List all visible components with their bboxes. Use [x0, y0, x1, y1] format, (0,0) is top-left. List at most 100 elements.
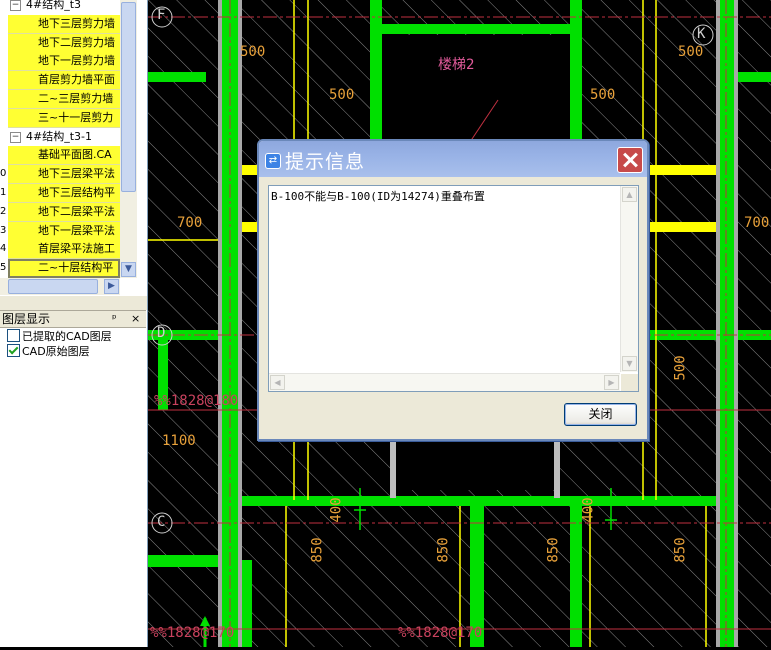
axis-label-d: D [157, 325, 166, 341]
layer-extracted-cad[interactable]: 已提取的CAD图层 [7, 329, 112, 343]
close-icon[interactable]: × [131, 311, 140, 327]
axis-label-f: F [157, 7, 166, 23]
dim-500: 500 [329, 87, 355, 103]
layer-original-cad[interactable]: CAD原始图层 [7, 344, 90, 358]
dim-500: 500 [240, 44, 266, 60]
drawing-tree[interactable]: −4#结构_t3 地下三层剪力墙 地下二层剪力墙 地下一层剪力墙 首层剪力墙平面 二~三层… [0, 0, 120, 278]
tree-item[interactable]: 3 地下一层梁平法 [0, 221, 120, 241]
dim-500: 500 [678, 44, 704, 60]
dialog-title-bar[interactable]: ⇄ 提示信息 [259, 141, 647, 177]
tree-item-label: 地下二层梁平法 [8, 202, 120, 222]
tree-vertical-scrollbar[interactable]: ▼ [120, 0, 137, 278]
scroll-down-icon[interactable]: ▼ [622, 356, 637, 371]
scroll-down-icon[interactable]: ▼ [121, 262, 136, 277]
axis-label-c: C [157, 514, 166, 530]
tree-row-number [0, 0, 8, 14]
wall-v2 [720, 0, 734, 647]
tree-item[interactable]: 二~三层剪力墙 [0, 90, 120, 109]
tree-horizontal-scrollbar[interactable]: ▶ [0, 278, 120, 295]
scroll-left-icon[interactable]: ◀ [270, 375, 285, 390]
tree-item[interactable]: 0 地下三层梁平法 [0, 165, 120, 185]
tree-item[interactable]: 地下三层剪力墙 [0, 14, 120, 34]
tree-scroll-thumb[interactable] [121, 2, 136, 192]
tree-row-number [0, 34, 8, 52]
tree-folder-label: 4#结构_t3-1 [26, 129, 92, 143]
dim-500-vertical: 500 [672, 355, 689, 381]
rebar-label: %%1828@170 [150, 625, 235, 641]
pin-icon[interactable]: ᵖ [112, 311, 117, 327]
tree-folder[interactable]: −4#结构_t3 [0, 0, 120, 14]
scroll-up-icon[interactable]: ▲ [622, 187, 637, 202]
collapse-icon[interactable]: − [10, 0, 21, 11]
scroll-right-icon[interactable]: ▶ [104, 279, 119, 294]
dim-500: 500 [590, 87, 616, 103]
tree-item-label: 地下二层剪力墙 [8, 33, 120, 53]
dim-1100: 1100 [162, 433, 196, 449]
collapse-icon[interactable]: − [10, 131, 21, 143]
dialog-title: 提示信息 [285, 151, 366, 173]
layer-original-label: CAD原始图层 [22, 345, 90, 358]
tree-item[interactable]: 4 首层梁平法施工 [0, 240, 120, 260]
tree-item-label: 地下三层梁平法 [8, 165, 120, 185]
tree-item[interactable]: 5 二~十层结构平 [0, 259, 120, 278]
stair-label: 楼梯2 [438, 57, 475, 73]
tree-item-label: 首层剪力墙平面 [8, 71, 120, 91]
message-vertical-scrollbar[interactable]: ▲ ▼ [620, 186, 638, 372]
tree-row-number: 1 [0, 187, 7, 198]
dim-400: 400 [580, 497, 597, 523]
tree-item-label: 二~三层剪力墙 [8, 90, 120, 109]
scroll-right-icon[interactable]: ▶ [604, 375, 619, 390]
dim-850: 850 [672, 537, 689, 563]
dim-850: 850 [435, 537, 452, 563]
left-panel: −4#结构_t3 地下三层剪力墙 地下二层剪力墙 地下一层剪力墙 首层剪力墙平面 二~三层… [0, 0, 148, 647]
tree-folder-label: 4#结构_t3 [26, 0, 82, 11]
tree-item[interactable]: 三~十一层剪力 [0, 108, 120, 128]
tree-item-label: 地下三层结构平 [8, 184, 120, 203]
close-button[interactable]: 关闭 [564, 403, 637, 426]
tree-item[interactable]: 地下二层剪力墙 [0, 33, 120, 53]
tree-item-label: 三~十一层剪力 [8, 108, 120, 128]
tree-item-label: 首层梁平法施工 [8, 240, 120, 260]
layer-original-checkbox[interactable] [7, 344, 20, 357]
tree-item-label: 地下一层剪力墙 [8, 52, 120, 72]
layer-extracted-checkbox[interactable] [7, 329, 20, 342]
message-text: B-100不能与B-100(ID为14274)重叠布置 [271, 190, 485, 203]
rebar-label: %%1828@180 [154, 393, 239, 409]
layer-panel-header: 图层显示 ᵖ × [0, 310, 146, 328]
panel-separator[interactable] [0, 296, 147, 310]
tree-row-number: 2 [0, 205, 7, 217]
tree-row-number: 5 [0, 262, 7, 274]
tree-row-number [0, 146, 8, 164]
tree-row-number [0, 52, 8, 70]
message-textarea[interactable]: B-100不能与B-100(ID为14274)重叠布置 ▲ ▼ ◀ ▶ [268, 185, 639, 392]
dim-400: 400 [328, 497, 345, 523]
tree-folder[interactable]: −4#结构_t3-1 [0, 128, 120, 146]
tree-item[interactable]: 首层剪力墙平面 [0, 71, 120, 91]
tree-row-number [0, 71, 8, 89]
tree-item-label: 二~十层结构平 [8, 259, 120, 278]
tree-item[interactable]: 2 地下二层梁平法 [0, 202, 120, 222]
tree-item[interactable]: 基础平面图.CA [0, 146, 120, 166]
tree-item-label: 基础平面图.CA [8, 146, 120, 166]
rebar-label: %%1828@170 [398, 625, 483, 641]
layer-panel-title: 图层显示 [2, 312, 51, 326]
tree-item-label: 地下一层梁平法 [8, 221, 120, 241]
dim-850: 850 [545, 537, 562, 563]
app-icon: ⇄ [265, 153, 281, 169]
tree-row-number [0, 109, 8, 127]
tree-item[interactable]: 1 地下三层结构平 [0, 184, 120, 203]
tree-row-number [0, 90, 8, 108]
layer-extracted-label: 已提取的CAD图层 [22, 330, 112, 343]
dim-700: 700 [744, 215, 770, 231]
info-dialog: ⇄ 提示信息 B-100不能与B-100(ID为14274)重叠布置 ▲ ▼ ◀… [257, 139, 649, 441]
scroll-corner [621, 374, 638, 391]
close-icon[interactable] [617, 147, 643, 173]
tree-row-number [0, 15, 8, 33]
tree-row-number: 4 [0, 243, 7, 255]
tree-item[interactable]: 地下一层剪力墙 [0, 52, 120, 72]
message-horizontal-scrollbar[interactable]: ◀ ▶ [269, 373, 620, 391]
dim-700: 700 [177, 215, 203, 231]
tree-row-number: 3 [0, 224, 7, 236]
tree-hscroll-thumb[interactable] [8, 279, 98, 294]
tree-item-label: 地下三层剪力墙 [8, 14, 120, 34]
